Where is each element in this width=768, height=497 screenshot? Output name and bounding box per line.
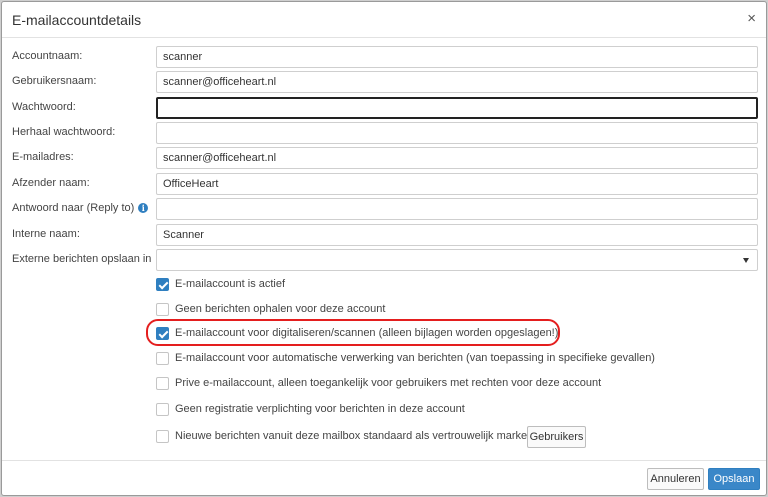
info-icon[interactable]: i — [138, 203, 149, 213]
row-wachtwoord: Wachtwoord: — [2, 97, 766, 119]
row-herhaal-wachtwoord: Herhaal wachtwoord: — [2, 122, 766, 144]
interne-naam-field[interactable] — [156, 224, 758, 246]
row-afzender-naam: Afzender naam: — [2, 173, 766, 195]
checkbox-vertrouwelijk[interactable] — [156, 430, 169, 443]
save-button[interactable]: Opslaan — [708, 468, 760, 490]
checkbox-prive-label: Prive e-mailaccount, alleen toegankelijk… — [175, 377, 602, 389]
antwoord-naar-field[interactable] — [156, 198, 758, 220]
antwoord-naar-label: Antwoord naar (Reply to) i — [12, 202, 149, 214]
emailadres-field[interactable] — [156, 147, 758, 169]
row-interne-naam: Interne naam: — [2, 224, 766, 246]
gebruikers-button[interactable]: Gebruikers — [527, 426, 586, 448]
row-accountnaam: Accountnaam: — [2, 46, 766, 68]
herhaal-wachtwoord-field[interactable] — [156, 122, 758, 144]
footer-divider — [2, 460, 766, 461]
checkbox-prive[interactable] — [156, 377, 169, 390]
row-externe-opslaan: Externe berichten opslaan in — [2, 249, 766, 271]
interne-naam-label: Interne naam: — [12, 228, 80, 240]
checkbox-automatisch[interactable] — [156, 352, 169, 365]
afzender-naam-field[interactable] — [156, 173, 758, 195]
gebruikersnaam-field[interactable] — [156, 71, 758, 93]
accountnaam-label: Accountnaam: — [12, 50, 83, 62]
row-gebruikersnaam: Gebruikersnaam: — [2, 71, 766, 93]
row-emailadres: E-mailadres: — [2, 147, 766, 169]
checkbox-geen-registratie[interactable] — [156, 403, 169, 416]
row-antwoord-naar: Antwoord naar (Reply to) i — [2, 198, 766, 220]
emailadres-label: E-mailadres: — [12, 151, 74, 163]
externe-opslaan-label: Externe berichten opslaan in — [12, 253, 152, 265]
wachtwoord-field[interactable] — [156, 97, 758, 119]
cancel-button[interactable]: Annuleren — [647, 468, 704, 490]
accountnaam-field[interactable] — [156, 46, 758, 68]
externe-opslaan-select[interactable] — [156, 249, 758, 271]
checkbox-vertrouwelijk-label: Nieuwe berichten vanuit deze mailbox sta… — [175, 430, 544, 442]
gebruikersnaam-label: Gebruikersnaam: — [12, 75, 97, 87]
wachtwoord-label: Wachtwoord: — [12, 101, 76, 113]
afzender-naam-label: Afzender naam: — [12, 177, 90, 189]
close-icon[interactable]: × — [747, 11, 756, 26]
checkbox-geen-ophalen-label: Geen berichten ophalen voor deze account — [175, 303, 386, 315]
checkbox-geen-ophalen[interactable] — [156, 303, 169, 316]
dialog-title: E-mailaccountdetails — [12, 12, 142, 28]
checkbox-actief[interactable] — [156, 278, 169, 291]
dialog-header: E-mailaccountdetails × — [2, 2, 766, 38]
antwoord-naar-text: Antwoord naar (Reply to) — [12, 202, 135, 214]
checkbox-actief-label: E-mailaccount is actief — [175, 278, 286, 290]
checkbox-automatisch-label: E-mailaccount voor automatische verwerki… — [175, 352, 655, 364]
herhaal-wachtwoord-label: Herhaal wachtwoord: — [12, 126, 116, 138]
checkbox-scannen[interactable] — [156, 327, 169, 340]
checkbox-scannen-label: E-mailaccount voor digitaliseren/scannen… — [175, 327, 559, 339]
chevron-down-icon — [743, 258, 749, 263]
checkbox-geen-registratie-label: Geen registratie verplichting voor beric… — [175, 403, 465, 415]
email-account-dialog: E-mailaccountdetails × Accountnaam: Gebr… — [1, 1, 767, 496]
